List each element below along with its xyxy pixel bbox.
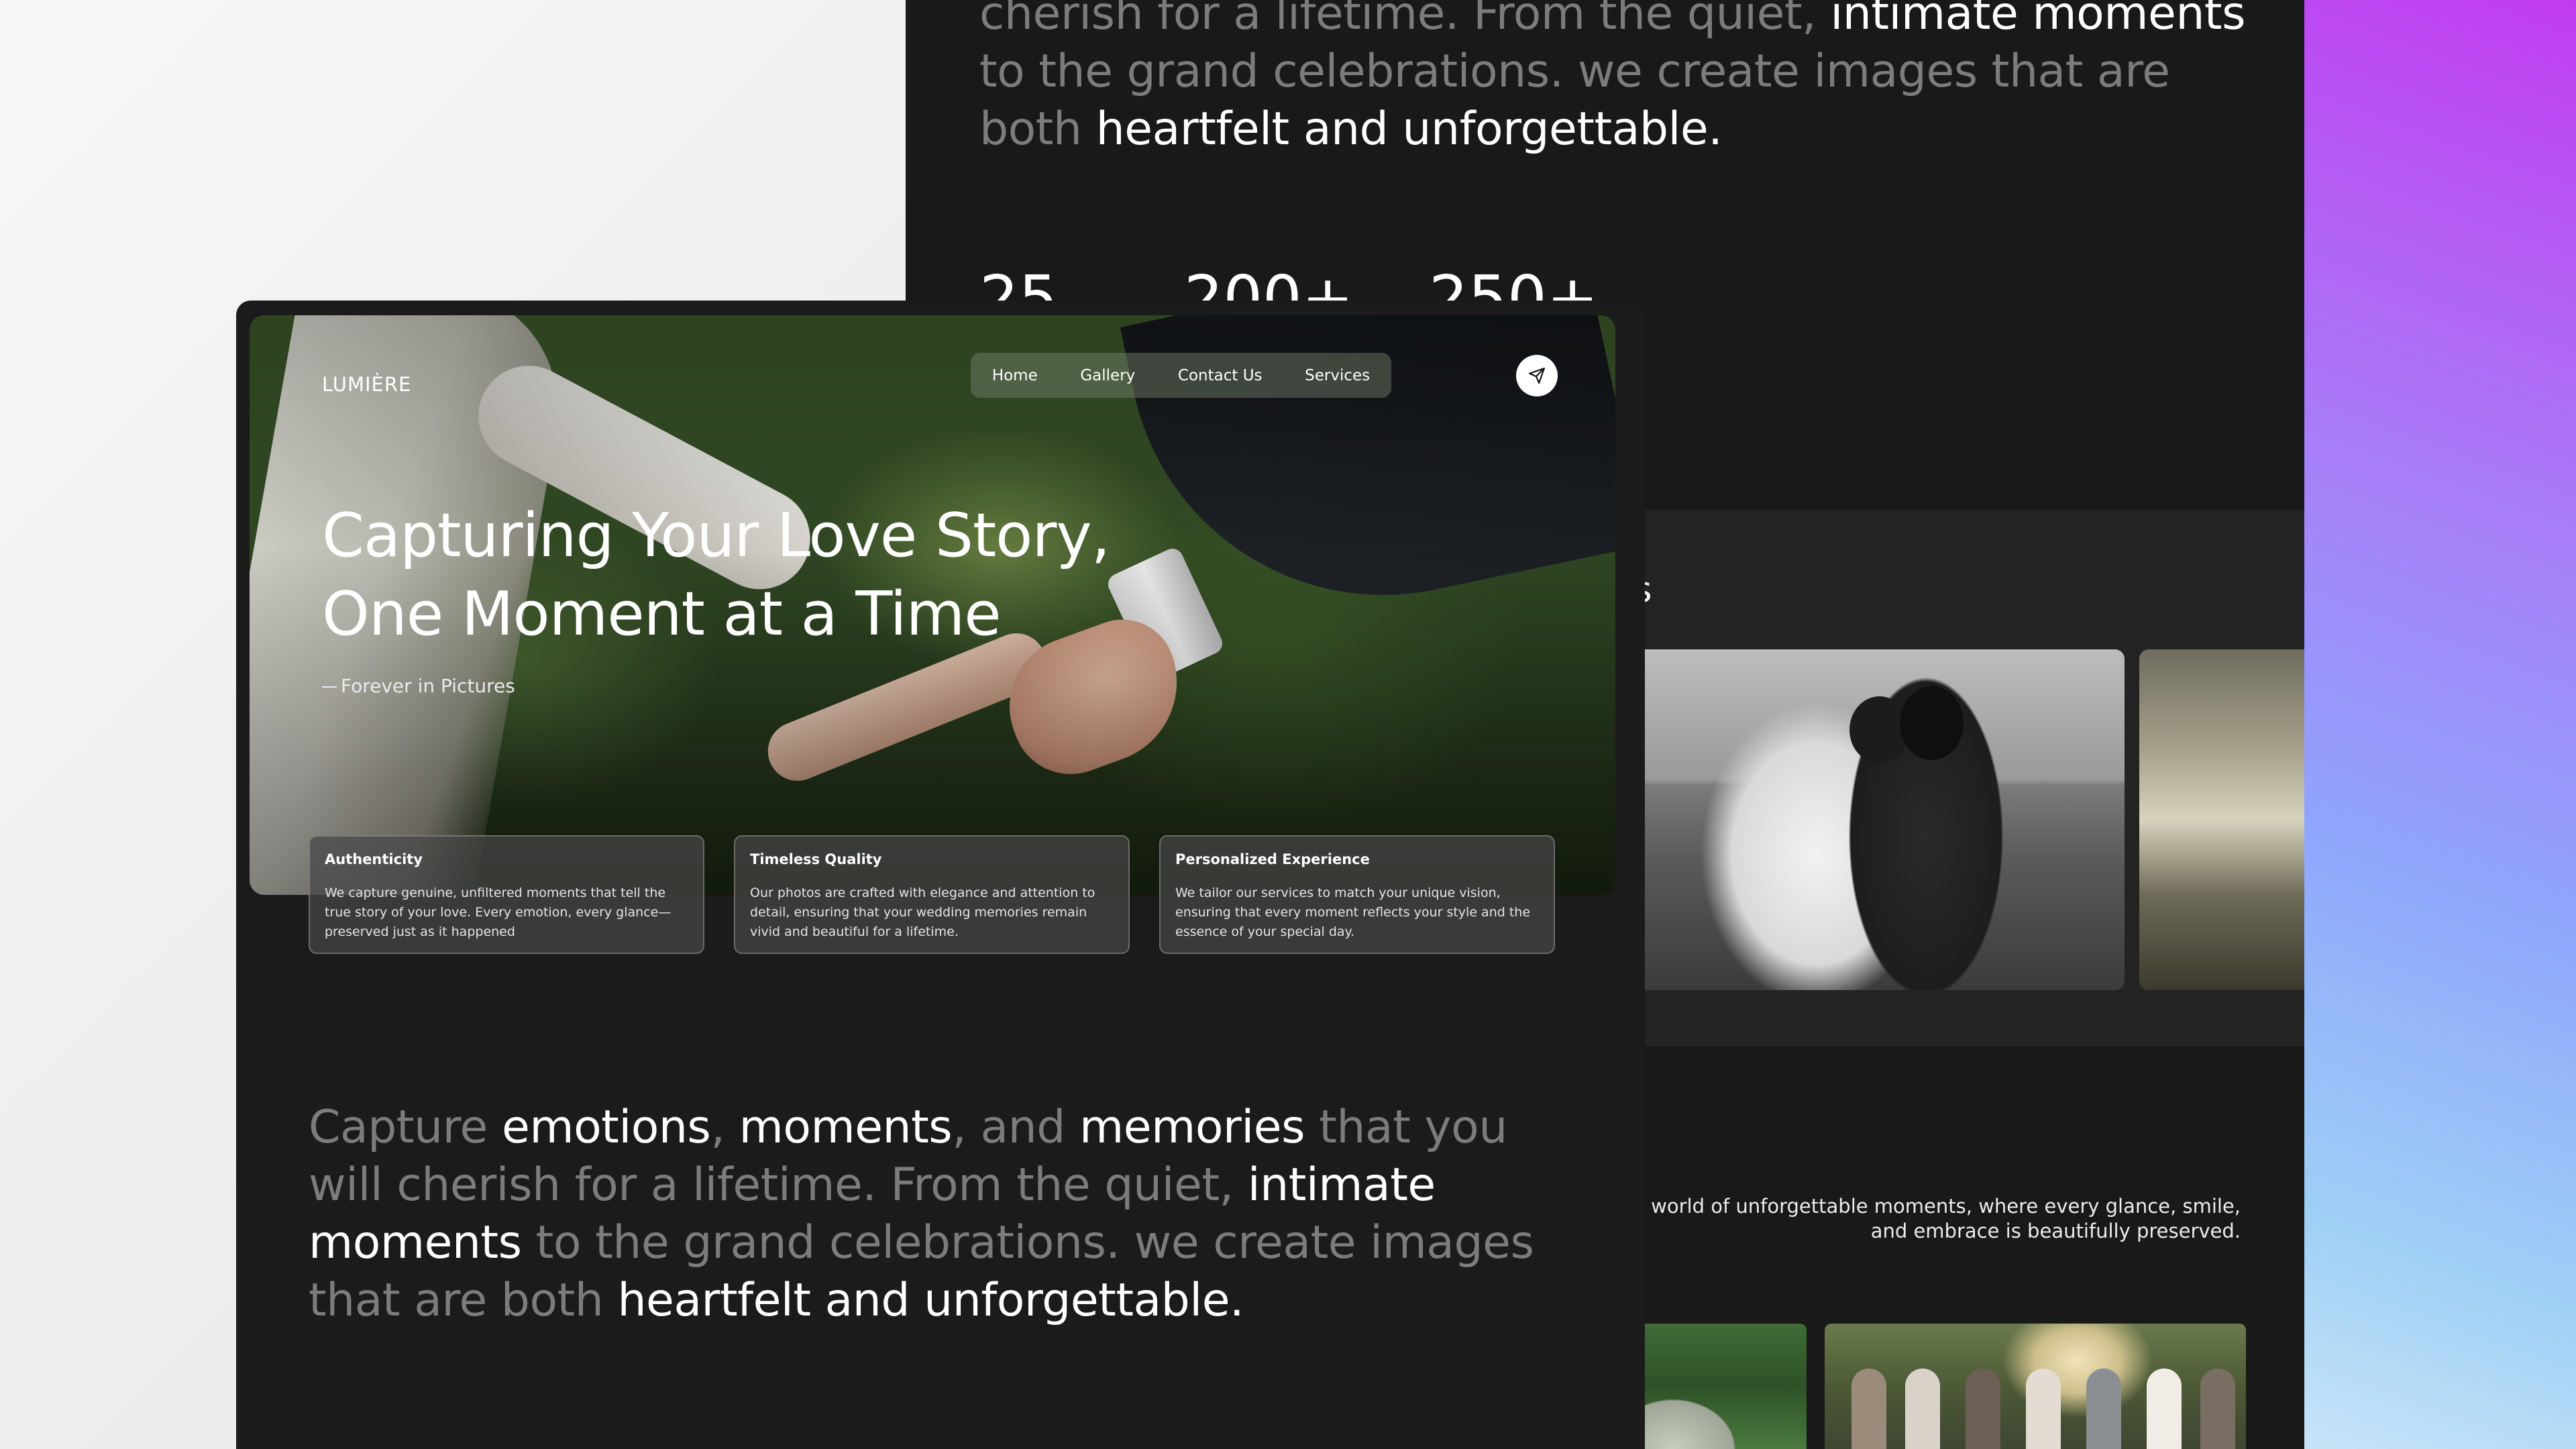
photo-figure [1966,1368,2000,1449]
photo-figure [1905,1368,1940,1449]
hero-title: Capturing Your Love Story, One Moment at… [322,496,1194,653]
feature-text: Our photos are crafted with elegance and… [750,885,1095,939]
gallery-photo-sunset[interactable] [2139,649,2304,990]
intro-quote: Capture emotions, moments, and memories … [309,1099,1583,1330]
hero-section: LUMIÈRE Home Gallery Contact Us Services… [250,315,1615,895]
nav-gallery[interactable]: Gallery [1071,367,1144,384]
back-quote: cherish for a lifetime. From the quiet, … [979,0,2254,158]
quote-highlight: heartfelt and unforgettable. [617,1274,1244,1327]
photo-figure [1900,686,1964,760]
hero-subtitle: Forever in Pictures [322,675,515,697]
photo-figure [2147,1368,2182,1449]
send-button[interactable] [1516,355,1558,396]
nav-contact-us[interactable]: Contact Us [1169,367,1272,384]
feature-title: Personalized Experience [1175,851,1370,867]
dash-icon [322,686,337,688]
feature-card-timeless-quality: Timeless Quality Our photos are crafted … [734,835,1130,954]
brand-logo[interactable]: LUMIÈRE [322,373,411,396]
quote-highlight: moments [739,1101,953,1154]
back-quote-highlight: intimate moments [1830,0,2246,40]
gallery-photo-couple-kiss[interactable] [1628,649,2125,990]
hero-title-line: One Moment at a Time [322,579,1002,649]
gallery-section: nts [1628,510,2304,1046]
feature-title: Authenticity [325,851,423,867]
feature-text: We capture genuine, unfiltered moments t… [325,885,672,939]
website-window: LUMIÈRE Home Gallery Contact Us Services… [236,301,1645,1449]
photo-outdoor-tent[interactable] [1629,1324,1807,1449]
photo-figure [2086,1368,2121,1449]
hero-title-line: Capturing Your Love Story, [322,500,1110,571]
feature-text: We tailor our services to match your uni… [1175,885,1531,939]
feature-title: Timeless Quality [750,851,882,867]
hero-subtitle-text: Forever in Pictures [341,675,515,697]
photo-wedding-guests[interactable] [1825,1324,2246,1449]
main-nav: Home Gallery Contact Us Services [971,353,1391,398]
photo-figure [1851,1368,1886,1449]
nav-services[interactable]: Services [1295,367,1379,384]
quote-highlight: memories [1079,1101,1305,1154]
nav-home[interactable]: Home [983,367,1047,384]
send-icon [1529,368,1545,384]
quote-text: , [710,1101,739,1154]
feature-card-authenticity: Authenticity We capture genuine, unfilte… [309,835,704,954]
photo-figure [2200,1368,2235,1449]
feature-card-personalized-experience: Personalized Experience We tailor our se… [1159,835,1555,954]
photo-figure [2026,1368,2061,1449]
quote-highlight: emotions [502,1101,711,1154]
quote-text: Capture [309,1101,502,1154]
back-quote-highlight: heartfelt and unforgettable. [1095,103,1723,156]
quote-text: , and [952,1101,1079,1154]
back-quote-text: cherish for a lifetime. From the quiet, [979,0,1831,40]
gradient-background [2304,0,2576,1449]
